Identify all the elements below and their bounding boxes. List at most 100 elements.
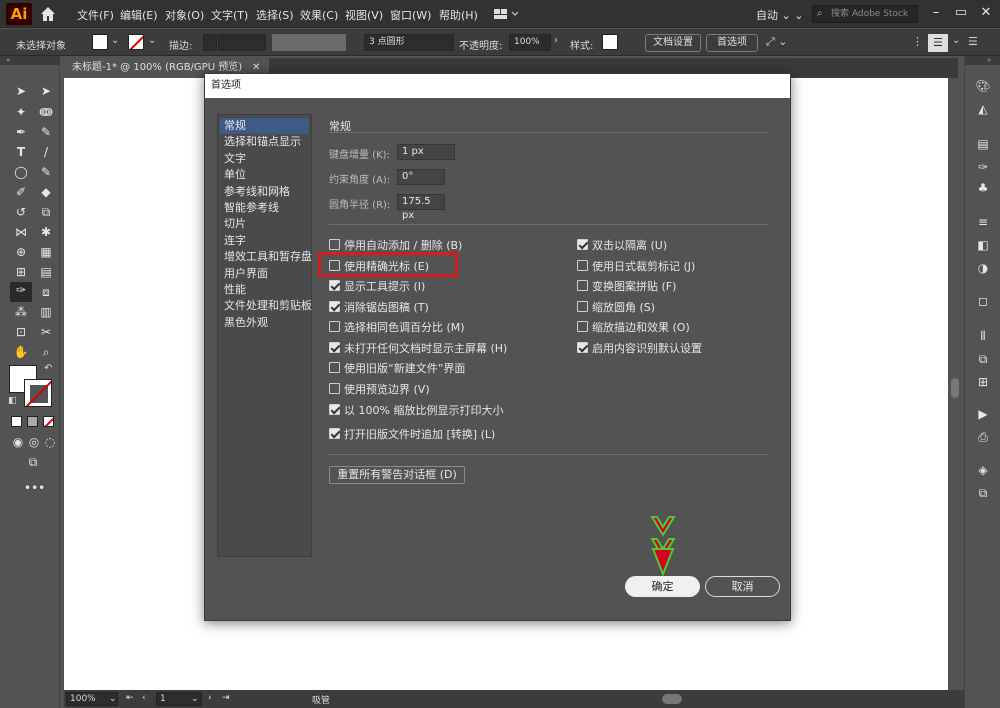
home-icon[interactable] [38, 4, 58, 24]
horizontal-scroll-thumb[interactable] [662, 694, 682, 704]
field-input[interactable]: 175.5 px [397, 194, 445, 221]
menu-item[interactable]: 窗口(W) [390, 7, 431, 23]
transform-panel-icon[interactable]: ⊞ [974, 374, 992, 390]
brush-definition[interactable]: 3 点圆形 [364, 34, 454, 51]
next-artboard-icon[interactable]: › [208, 693, 212, 703]
opacity-input[interactable]: 100% [509, 34, 551, 51]
brushes-icon[interactable]: ✑ [974, 159, 992, 175]
asset-export-icon[interactable]: ⎙ [974, 429, 992, 445]
stock-search-input[interactable]: ⌕ 搜索 Adobe Stock [812, 5, 918, 23]
menu-item[interactable]: 文字(T) [211, 7, 248, 23]
column-graph-tool-icon[interactable]: ▥ [37, 304, 55, 320]
eraser-tool-icon[interactable]: ◆ [37, 184, 55, 200]
category-item[interactable]: 文件处理和剪贴板 [220, 298, 312, 314]
stroke-color-icon[interactable] [24, 379, 52, 407]
preferences-button[interactable]: 首选项 [706, 34, 758, 52]
first-artboard-icon[interactable]: ⇤ [126, 693, 134, 703]
zoom-level-input[interactable]: 100% ⌄ [66, 692, 118, 706]
checkbox-label[interactable]: 使用预览边界 (V) [344, 381, 430, 397]
menu-item[interactable]: 编辑(E) [120, 7, 158, 23]
checkbox-label[interactable]: 双击以隔离 (U) [592, 237, 667, 253]
color-guide-icon[interactable]: ◭ [974, 101, 992, 117]
swap-colors-icon[interactable]: ↶ [44, 363, 52, 374]
edit-toolbar-icon[interactable]: ••• [24, 480, 45, 496]
chevron-right-icon[interactable]: › [554, 35, 558, 46]
last-artboard-icon[interactable]: ⇥ [222, 693, 230, 703]
align-panel-icon[interactable]: ⫴ [974, 328, 992, 344]
checkbox-label[interactable]: 启用内容识别默认设置 [592, 340, 702, 356]
arrange-documents-icon[interactable] [493, 6, 523, 22]
checkbox[interactable] [329, 404, 340, 415]
close-icon[interactable]: ✕ [975, 2, 997, 24]
pathfinder-panel-icon[interactable]: ⧉ [974, 351, 992, 367]
color-panel-icon[interactable]: 🎨︎ [974, 78, 992, 94]
checkbox-label[interactable]: 选择相同色调百分比 (M) [344, 319, 465, 335]
checkbox[interactable] [577, 301, 588, 312]
width-tool-icon[interactable]: ⋈ [12, 224, 30, 240]
panel-expand-icon[interactable]: » [965, 56, 1000, 65]
variable-width-profile[interactable] [272, 34, 346, 51]
checkbox[interactable] [329, 428, 340, 439]
actions-play-icon[interactable]: ▶ [974, 406, 992, 422]
layers-panel-icon[interactable]: ◈ [974, 462, 992, 478]
mesh-tool-icon[interactable]: ⊞ [12, 264, 30, 280]
category-item[interactable]: 黑色外观 [220, 315, 309, 331]
checkbox-label[interactable]: 缩放描边和效果 (O) [592, 319, 690, 335]
artboard-number-input[interactable]: 1 ⌄ [156, 692, 202, 706]
stroke-swatch[interactable] [128, 34, 144, 50]
checkbox-label[interactable]: 打开旧版文件时追加 [转换] (L) [344, 426, 495, 442]
field-input[interactable]: 1 px [397, 144, 455, 160]
checkbox[interactable] [329, 239, 340, 250]
cc-libraries-icon[interactable]: ▤ [974, 136, 992, 152]
category-item[interactable]: 单位 [220, 167, 309, 183]
checkbox[interactable] [329, 383, 340, 394]
pen-tool-icon[interactable]: ✒ [12, 124, 30, 140]
vertical-scrollbar[interactable] [948, 78, 962, 690]
hand-tool-icon[interactable]: ✋ [12, 344, 30, 360]
type-tool-icon[interactable]: T [12, 144, 30, 160]
ok-button[interactable]: 确定 [625, 576, 700, 597]
checkbox-label[interactable]: 停用自动添加 / 删除 (B) [344, 237, 462, 253]
menu-item[interactable]: 效果(C) [300, 7, 338, 23]
checkbox[interactable] [577, 280, 588, 291]
checkbox-label[interactable]: 显示工具提示 (I) [344, 278, 425, 294]
slice-tool-icon[interactable]: ✂ [37, 324, 55, 340]
color-mode-icon[interactable] [11, 416, 22, 427]
selection-tool-icon[interactable]: ➤ [12, 83, 30, 99]
menu-item[interactable]: 视图(V) [345, 7, 383, 23]
checkbox[interactable] [577, 260, 588, 271]
fill-swatch[interactable] [92, 34, 108, 50]
screen-mode-icon[interactable]: ⧉ [24, 454, 42, 470]
checkbox-label[interactable]: 使用旧版“新建文件”界面 [344, 360, 465, 376]
gradient-tool-icon[interactable]: ▤ [37, 264, 55, 280]
direct-selection-tool-icon[interactable]: ➤ [37, 83, 55, 99]
appearance-panel-icon[interactable]: ◻ [974, 293, 992, 309]
stroke-panel-icon[interactable]: ≡ [974, 214, 992, 230]
checkbox-label[interactable]: 使用日式裁剪标记 (J) [592, 258, 695, 274]
symbols-icon[interactable]: ♣ [974, 180, 992, 196]
checkbox-label[interactable]: 消除锯齿图稿 (T) [344, 299, 429, 315]
field-input[interactable]: 0° [397, 169, 445, 185]
category-item[interactable]: 选择和锚点显示 [220, 134, 309, 150]
checkbox[interactable] [329, 280, 340, 291]
menu-item[interactable]: 对象(O) [165, 7, 204, 23]
transparency-panel-icon[interactable]: ◑ [974, 260, 992, 276]
category-item[interactable]: 用户界面 [220, 266, 309, 282]
shaper-tool-icon[interactable]: ✐ [12, 184, 30, 200]
panel-collapse-icon[interactable]: « [0, 56, 60, 65]
lasso-tool-icon[interactable]: ↈ [37, 104, 55, 120]
menu-item[interactable]: 帮助(H) [439, 7, 478, 23]
artboards-panel-icon[interactable]: ⧉ [974, 485, 992, 501]
ellipse-tool-icon[interactable]: ◯ [12, 164, 30, 180]
gradient-panel-icon[interactable]: ◧ [974, 237, 992, 253]
eyedropper-tool-icon[interactable]: ✑ [10, 282, 32, 302]
maximize-icon[interactable]: ▭ [950, 2, 972, 24]
style-swatch[interactable] [602, 34, 618, 50]
transform-icon[interactable]: ⤢ ⌄ [766, 35, 788, 49]
checkbox[interactable] [577, 239, 588, 250]
draw-inside-icon[interactable]: ◌ [41, 434, 59, 450]
panel-options-icon[interactable]: ☰ [928, 34, 948, 52]
rotate-tool-icon[interactable]: ↺ [12, 204, 30, 220]
chevron-down-icon[interactable]: ⌄ [111, 35, 119, 46]
checkbox[interactable] [329, 362, 340, 373]
